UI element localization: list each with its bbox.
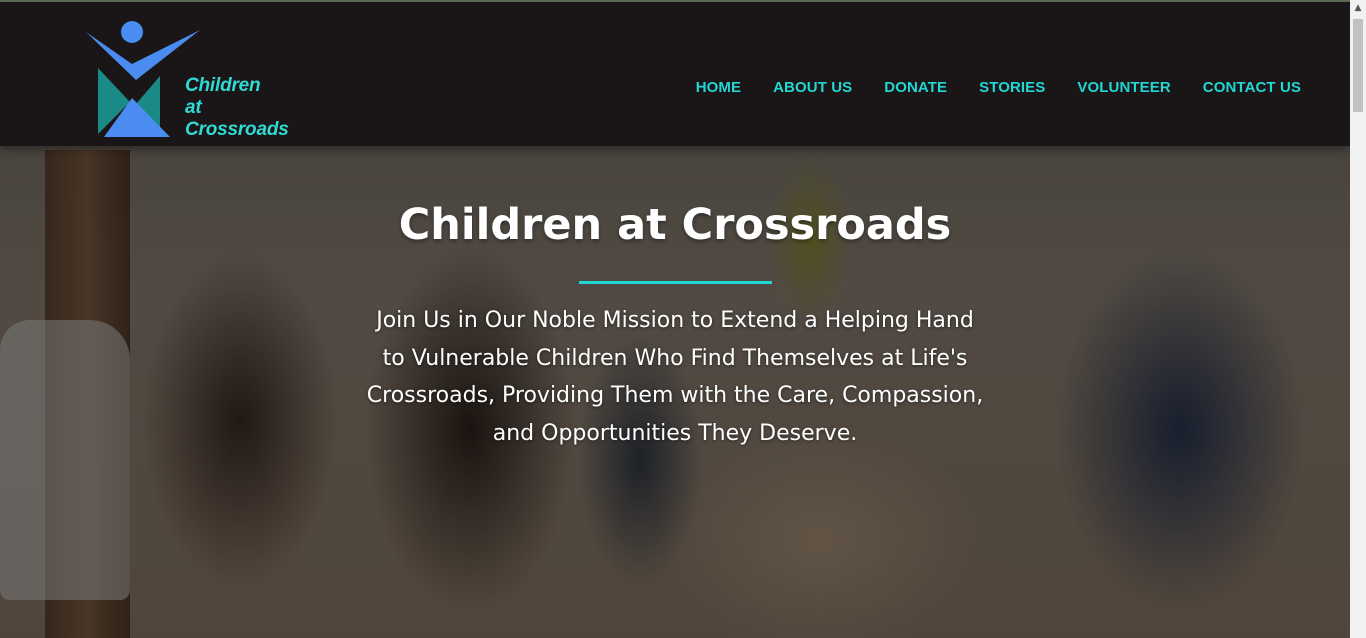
hero-subtitle: Join Us in Our Noble Mission to Extend a…	[366, 308, 984, 446]
nav-home[interactable]: HOME	[696, 79, 741, 96]
logo-line-2: at Crossroads	[185, 97, 289, 140]
scrollbar-thumb[interactable]	[1353, 19, 1363, 112]
top-border	[0, 0, 1366, 2]
vertical-scrollbar[interactable]: ▲	[1350, 0, 1366, 638]
hero-title: Children at Crossroads	[398, 200, 952, 250]
logo-text: Children at Crossroads	[185, 75, 304, 141]
site-logo[interactable]: Children at Crossroads	[84, 20, 304, 140]
main-nav: HOME ABOUT US DONATE STORIES VOLUNTEER C…	[696, 79, 1301, 96]
page: Children at Crossroads HOME ABOUT US DON…	[0, 0, 1366, 638]
hero-divider	[578, 281, 772, 284]
nav-volunteer[interactable]: VOLUNTEER	[1077, 79, 1170, 96]
site-header: Children at Crossroads HOME ABOUT US DON…	[0, 2, 1350, 146]
nav-about-us[interactable]: ABOUT US	[773, 79, 852, 96]
up-arrow-icon[interactable]: ▲	[1350, 0, 1366, 17]
nav-contact-us[interactable]: CONTACT US	[1203, 79, 1301, 96]
logo-line-1: Children	[185, 75, 261, 96]
nav-stories[interactable]: STORIES	[979, 79, 1045, 96]
hero-section: Children at Crossroads Join Us in Our No…	[0, 200, 1350, 452]
nav-donate[interactable]: DONATE	[884, 79, 947, 96]
